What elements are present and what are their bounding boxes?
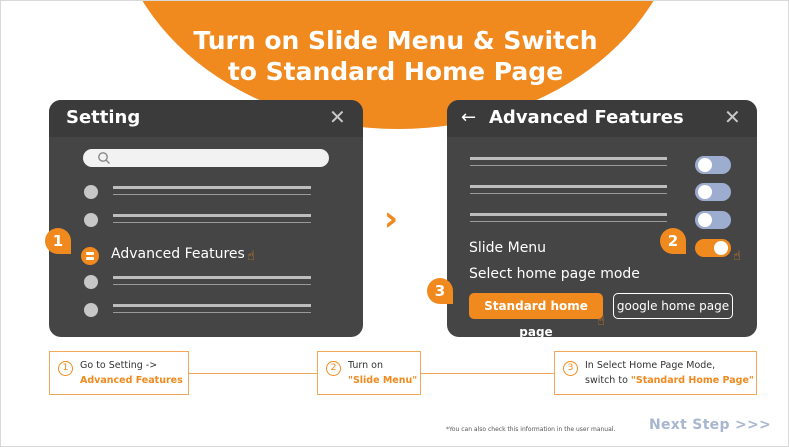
setting-item-line[interactable] xyxy=(113,304,311,307)
step-line: In Select Home Page Mode, xyxy=(585,360,716,371)
feature-toggle[interactable] xyxy=(695,211,731,229)
step-line: Go to Setting -> xyxy=(80,360,158,371)
home-mode-label: Select home page mode xyxy=(469,266,640,282)
step-number: 3 xyxy=(563,361,578,376)
google-home-page-button[interactable]: google home page xyxy=(613,293,733,319)
hand-pointer-icon: ☝ xyxy=(597,314,605,329)
feature-line xyxy=(470,165,667,166)
step-number: 1 xyxy=(58,361,73,376)
advanced-features-icon xyxy=(81,247,99,265)
setting-item-line xyxy=(113,194,311,195)
setting-item-line[interactable] xyxy=(113,276,311,279)
footnote: *You can also check this information in … xyxy=(446,426,616,433)
next-step-link[interactable]: Next Step >>> xyxy=(649,417,771,433)
advanced-features-item[interactable]: Advanced Features xyxy=(111,244,245,264)
close-icon[interactable]: ✕ xyxy=(329,105,346,129)
setting-item-line xyxy=(113,312,311,313)
step-highlight: "Standard Home Page" xyxy=(630,375,754,386)
step-prefix: switch to xyxy=(585,375,631,386)
setting-item-icon xyxy=(84,303,98,317)
hand-pointer-icon: ☝ xyxy=(247,249,255,264)
search-icon xyxy=(98,152,110,164)
close-icon[interactable]: ✕ xyxy=(724,105,741,129)
feature-line xyxy=(470,157,667,160)
hand-pointer-icon: ☝ xyxy=(733,249,741,264)
tutorial-slide: Turn on Slide Menu & Switch to Standard … xyxy=(0,0,789,447)
advanced-title: Advanced Features xyxy=(489,107,684,128)
step-text: Turn on "Slide Menu" xyxy=(348,358,417,388)
feature-toggle[interactable] xyxy=(695,183,731,201)
step-highlight: "Slide Menu" xyxy=(348,375,418,386)
step-badge-2: 2 xyxy=(660,228,686,254)
step-badge-3: 3 xyxy=(427,278,453,304)
settings-panel: Setting ✕ Advanced Features ☝ xyxy=(49,100,363,337)
settings-title: Setting xyxy=(66,107,141,128)
step-line-2: switch to "Standard Home Page" xyxy=(585,373,754,388)
setting-item-line[interactable] xyxy=(113,186,311,189)
step-number: 2 xyxy=(326,361,341,376)
feature-toggle[interactable] xyxy=(695,156,731,174)
feature-line xyxy=(470,213,667,216)
step-connector xyxy=(189,373,317,374)
step-1-box: 1 Go to Setting -> Advanced Features xyxy=(49,351,189,395)
step-connector xyxy=(421,373,554,374)
setting-item-icon xyxy=(84,275,98,289)
setting-item-line xyxy=(113,222,311,223)
slide-menu-toggle[interactable] xyxy=(695,239,731,257)
step-3-box: 3 In Select Home Page Mode, switch to "S… xyxy=(554,351,757,395)
step-line: Turn on xyxy=(348,360,383,371)
step-text: Go to Setting -> Advanced Features xyxy=(80,358,183,388)
setting-item-line xyxy=(113,284,311,285)
standard-home-page-button[interactable]: Standard home page xyxy=(469,293,603,337)
back-arrow-icon[interactable]: ← xyxy=(461,105,476,131)
step-badge-1: 1 xyxy=(45,228,71,254)
step-text: In Select Home Page Mode, switch to "Sta… xyxy=(585,358,754,388)
step-2-box: 2 Turn on "Slide Menu" xyxy=(317,351,421,395)
title-line-2: to Standard Home Page xyxy=(227,57,564,86)
feature-line xyxy=(470,185,667,188)
advanced-features-panel: ← Advanced Features ✕ Slide Menu ☝ Selec… xyxy=(447,100,757,337)
feature-line xyxy=(470,221,667,222)
setting-item-line[interactable] xyxy=(113,214,311,217)
title-line-1: Turn on Slide Menu & Switch xyxy=(193,26,598,55)
slide-menu-label: Slide Menu xyxy=(469,240,547,256)
feature-line xyxy=(470,193,667,194)
setting-item-icon xyxy=(84,213,98,227)
step-highlight: Advanced Features xyxy=(80,375,183,386)
search-input[interactable] xyxy=(83,149,329,167)
setting-item-icon xyxy=(84,185,98,199)
